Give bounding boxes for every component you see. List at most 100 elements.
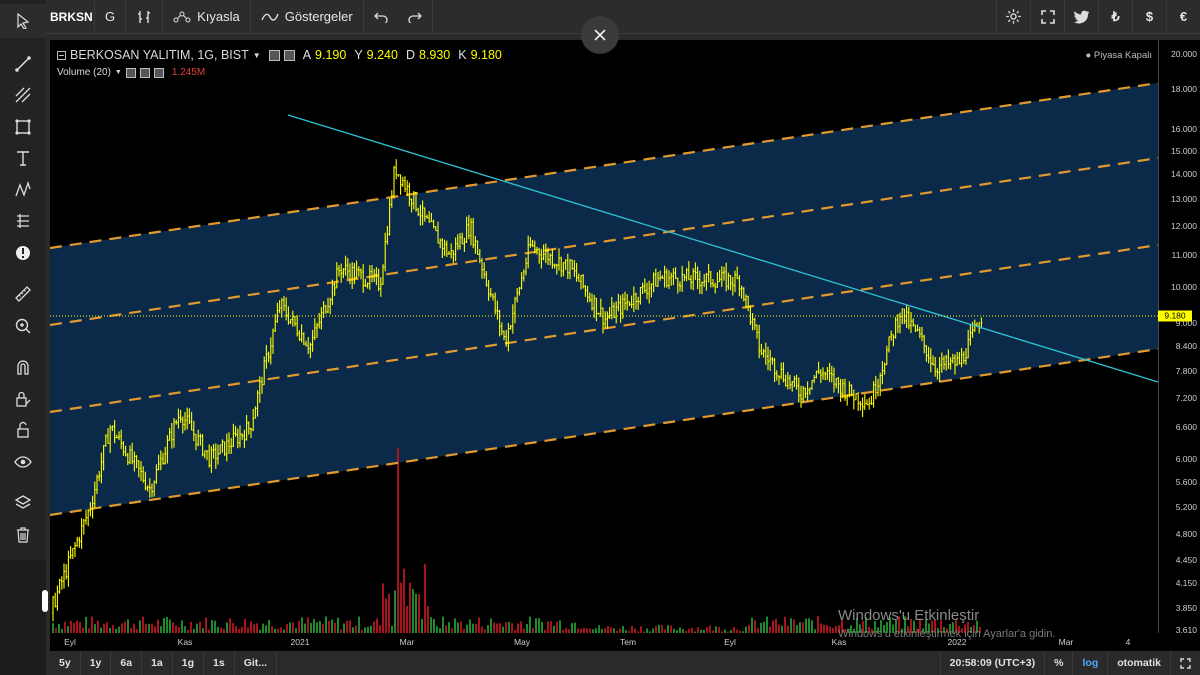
volume-bar <box>211 620 213 633</box>
settings-small-icon[interactable] <box>283 49 295 61</box>
redo-button[interactable] <box>398 0 433 34</box>
volume-bar <box>760 622 762 633</box>
volume-bar <box>145 623 147 633</box>
range-1s[interactable]: 1s <box>204 651 235 675</box>
alert-tool[interactable] <box>0 237 46 269</box>
volume-bar <box>169 619 171 633</box>
volume-bar <box>559 620 561 633</box>
volume-bar <box>85 616 87 633</box>
left-bottom-panel <box>0 560 46 675</box>
interval-icon <box>138 10 151 23</box>
measure-tool[interactable] <box>0 206 46 238</box>
lock-drawings-tool[interactable] <box>0 383 46 415</box>
compare-button[interactable]: Kıyasla <box>163 0 251 34</box>
volume-bar <box>400 582 402 633</box>
range-1g[interactable]: 1g <box>173 651 205 675</box>
volume-legend: Volume (20) ▼ 1.245M <box>57 67 205 78</box>
volume-bar <box>379 625 381 633</box>
currency-eur-button[interactable]: € <box>1166 0 1200 34</box>
g-button[interactable]: G <box>94 0 127 34</box>
indicators-icon <box>261 13 279 21</box>
volume-bar <box>787 625 789 633</box>
volume-bar <box>244 618 246 633</box>
volume-bar <box>331 619 333 633</box>
eye-toggle-icon[interactable] <box>125 67 136 78</box>
collapse-icon[interactable] <box>57 50 66 60</box>
volume-bar <box>286 623 288 633</box>
volume-bar <box>751 617 753 633</box>
volume-bar <box>547 621 549 633</box>
fullscreen-icon <box>1180 657 1191 669</box>
range-5y[interactable]: 5y <box>50 651 81 675</box>
interval-button[interactable] <box>126 0 164 34</box>
close-icon <box>594 29 606 41</box>
alert-icon <box>16 245 30 260</box>
close-button[interactable] <box>581 16 619 54</box>
panel-scroll-handle[interactable] <box>42 590 48 612</box>
volume-bar <box>334 622 336 633</box>
trendline-tool[interactable] <box>0 48 46 80</box>
goto-button[interactable]: Git... <box>235 651 278 675</box>
volume-bar <box>775 618 777 633</box>
volume-bar <box>172 622 174 633</box>
volume-bar <box>79 622 81 633</box>
log-toggle[interactable]: log <box>1072 651 1107 675</box>
rectangle-tool[interactable] <box>0 111 46 143</box>
fib-tool[interactable] <box>0 80 46 112</box>
volume-bar <box>526 623 528 633</box>
currency-try-button[interactable]: ₺ <box>1098 0 1132 34</box>
unlock-tool[interactable] <box>0 415 46 447</box>
magnet-tool[interactable] <box>0 352 46 384</box>
volume-bar <box>556 621 558 633</box>
range-6a[interactable]: 6a <box>111 651 143 675</box>
chevron-down-icon[interactable]: ▼ <box>253 51 261 60</box>
volume-bar <box>529 616 531 633</box>
layers-tool[interactable] <box>0 488 46 520</box>
fullscreen-button[interactable] <box>1030 0 1064 34</box>
text-tool[interactable] <box>0 143 46 175</box>
volume-bar <box>424 563 426 633</box>
chart-svg <box>50 81 1158 633</box>
settings-small-icon[interactable] <box>139 67 150 78</box>
symbol-title[interactable]: BERKOSAN YALITIM, 1G, BIST <box>70 48 249 62</box>
percent-toggle[interactable]: % <box>1044 651 1072 675</box>
cursor-tool[interactable] <box>0 4 46 38</box>
currency-usd-button[interactable]: $ <box>1132 0 1166 34</box>
volume-bar <box>319 621 321 633</box>
remove-icon[interactable] <box>153 67 164 78</box>
volume-bar <box>289 622 291 633</box>
indicators-button[interactable]: Göstergeler <box>251 0 364 34</box>
chevron-down-icon[interactable]: ▼ <box>115 69 122 76</box>
toolbar-right-group: ₺ $ € <box>996 0 1200 34</box>
volume-bar <box>124 621 126 633</box>
price-axis[interactable]: 20.000 18.000 16.000 15.000 14.000 13.000 12.0… <box>1158 40 1200 635</box>
delete-tool[interactable] <box>0 519 46 551</box>
price-chart[interactable] <box>50 40 1158 633</box>
range-1y[interactable]: 1y <box>81 651 112 675</box>
x-tick-label: 2021 <box>290 637 310 647</box>
volume-bar <box>310 623 312 633</box>
twitter-button[interactable] <box>1064 0 1098 34</box>
volume-bar <box>235 626 237 633</box>
clock-display[interactable]: 20:58:09 (UTC+3) <box>939 651 1045 675</box>
volume-bar <box>535 618 537 633</box>
zoom-tool[interactable] <box>0 310 46 342</box>
auto-scale-toggle[interactable]: otomatik <box>1107 651 1170 675</box>
pattern-tool[interactable] <box>0 174 46 206</box>
ruler-tool[interactable] <box>0 279 46 311</box>
volume-bar <box>73 623 75 633</box>
volume-bar <box>811 620 813 633</box>
y-tick-label: 10.000 <box>1171 282 1197 293</box>
volume-title[interactable]: Volume (20) <box>57 67 111 78</box>
volume-bar <box>553 625 555 633</box>
volume-bar <box>304 623 306 633</box>
volume-bar <box>622 626 624 633</box>
volume-bar <box>436 626 438 633</box>
expand-button[interactable] <box>1170 651 1200 675</box>
y-tick-label: 4.150 <box>1175 578 1197 589</box>
settings-button[interactable] <box>996 0 1030 34</box>
range-1a[interactable]: 1a <box>142 651 173 675</box>
eye-toggle-icon[interactable] <box>268 49 280 61</box>
visibility-tool[interactable] <box>0 446 46 478</box>
undo-button[interactable] <box>364 0 398 34</box>
